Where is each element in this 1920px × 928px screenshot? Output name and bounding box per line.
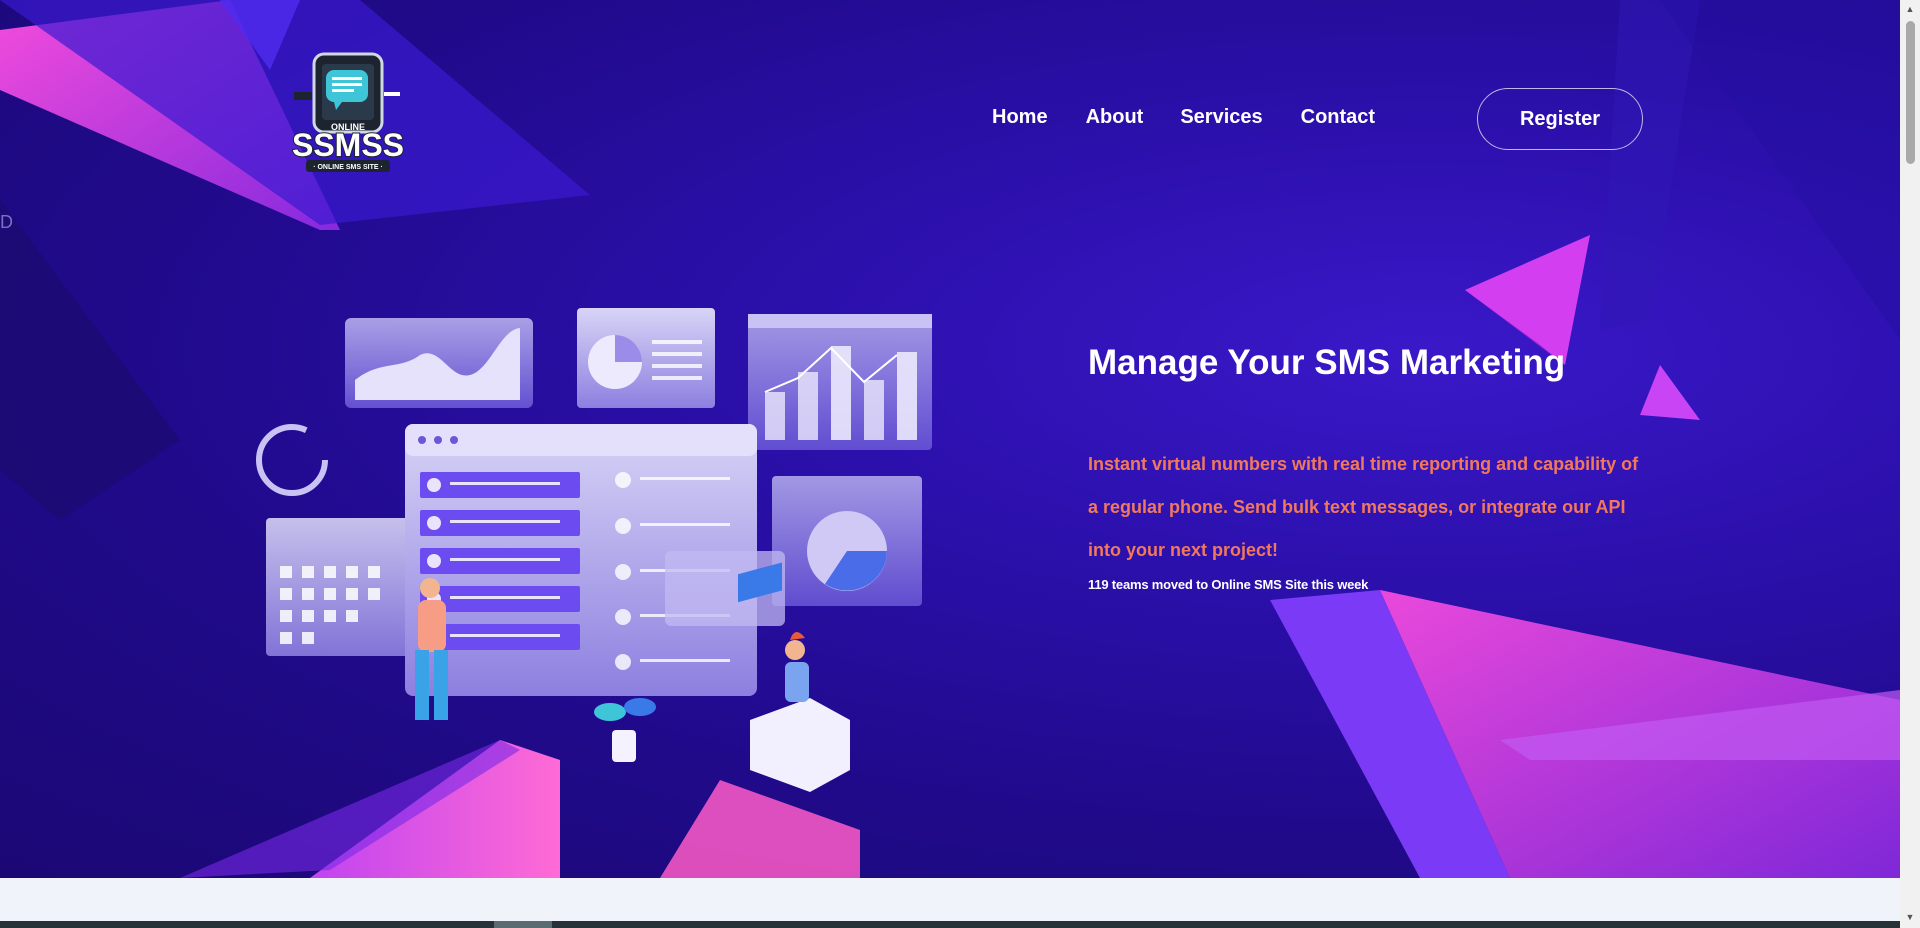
nav-contact[interactable]: Contact — [1301, 106, 1375, 129]
main-nav: Home About Services Contact — [992, 106, 1375, 129]
teams-note: 119 teams moved to Online SMS Site this … — [1088, 577, 1369, 592]
hero-headline: Manage Your SMS Marketing — [1088, 343, 1566, 382]
hero-section: ONLINE SSMSS · ONLINE SMS SITE · Home Ab… — [0, 0, 1900, 878]
next-section-band — [0, 878, 1900, 921]
scroll-up-arrow-icon[interactable]: ▲ — [1904, 4, 1916, 14]
scroll-down-arrow-icon[interactable]: ▼ — [1904, 912, 1916, 922]
nav-about[interactable]: About — [1086, 106, 1144, 129]
page: ONLINE SSMSS · ONLINE SMS SITE · Home Ab… — [0, 0, 1920, 928]
stray-text: D — [0, 212, 13, 232]
svg-text:· ONLINE SMS SITE ·: · ONLINE SMS SITE · — [313, 164, 383, 171]
bottom-bar-thumb[interactable] — [494, 921, 552, 928]
scrollbar-thumb[interactable] — [1906, 21, 1915, 164]
bottom-bar — [0, 921, 1900, 928]
nav-home[interactable]: Home — [992, 106, 1048, 129]
nav-services[interactable]: Services — [1180, 106, 1262, 129]
site-logo[interactable]: ONLINE SSMSS · ONLINE SMS SITE · — [292, 52, 404, 174]
dashboard-analytics-illustration — [256, 308, 932, 792]
register-button[interactable]: Register — [1477, 88, 1643, 150]
svg-text:SSMSS: SSMSS — [292, 127, 404, 163]
hero-description: Instant virtual numbers with real time r… — [1088, 454, 1639, 560]
